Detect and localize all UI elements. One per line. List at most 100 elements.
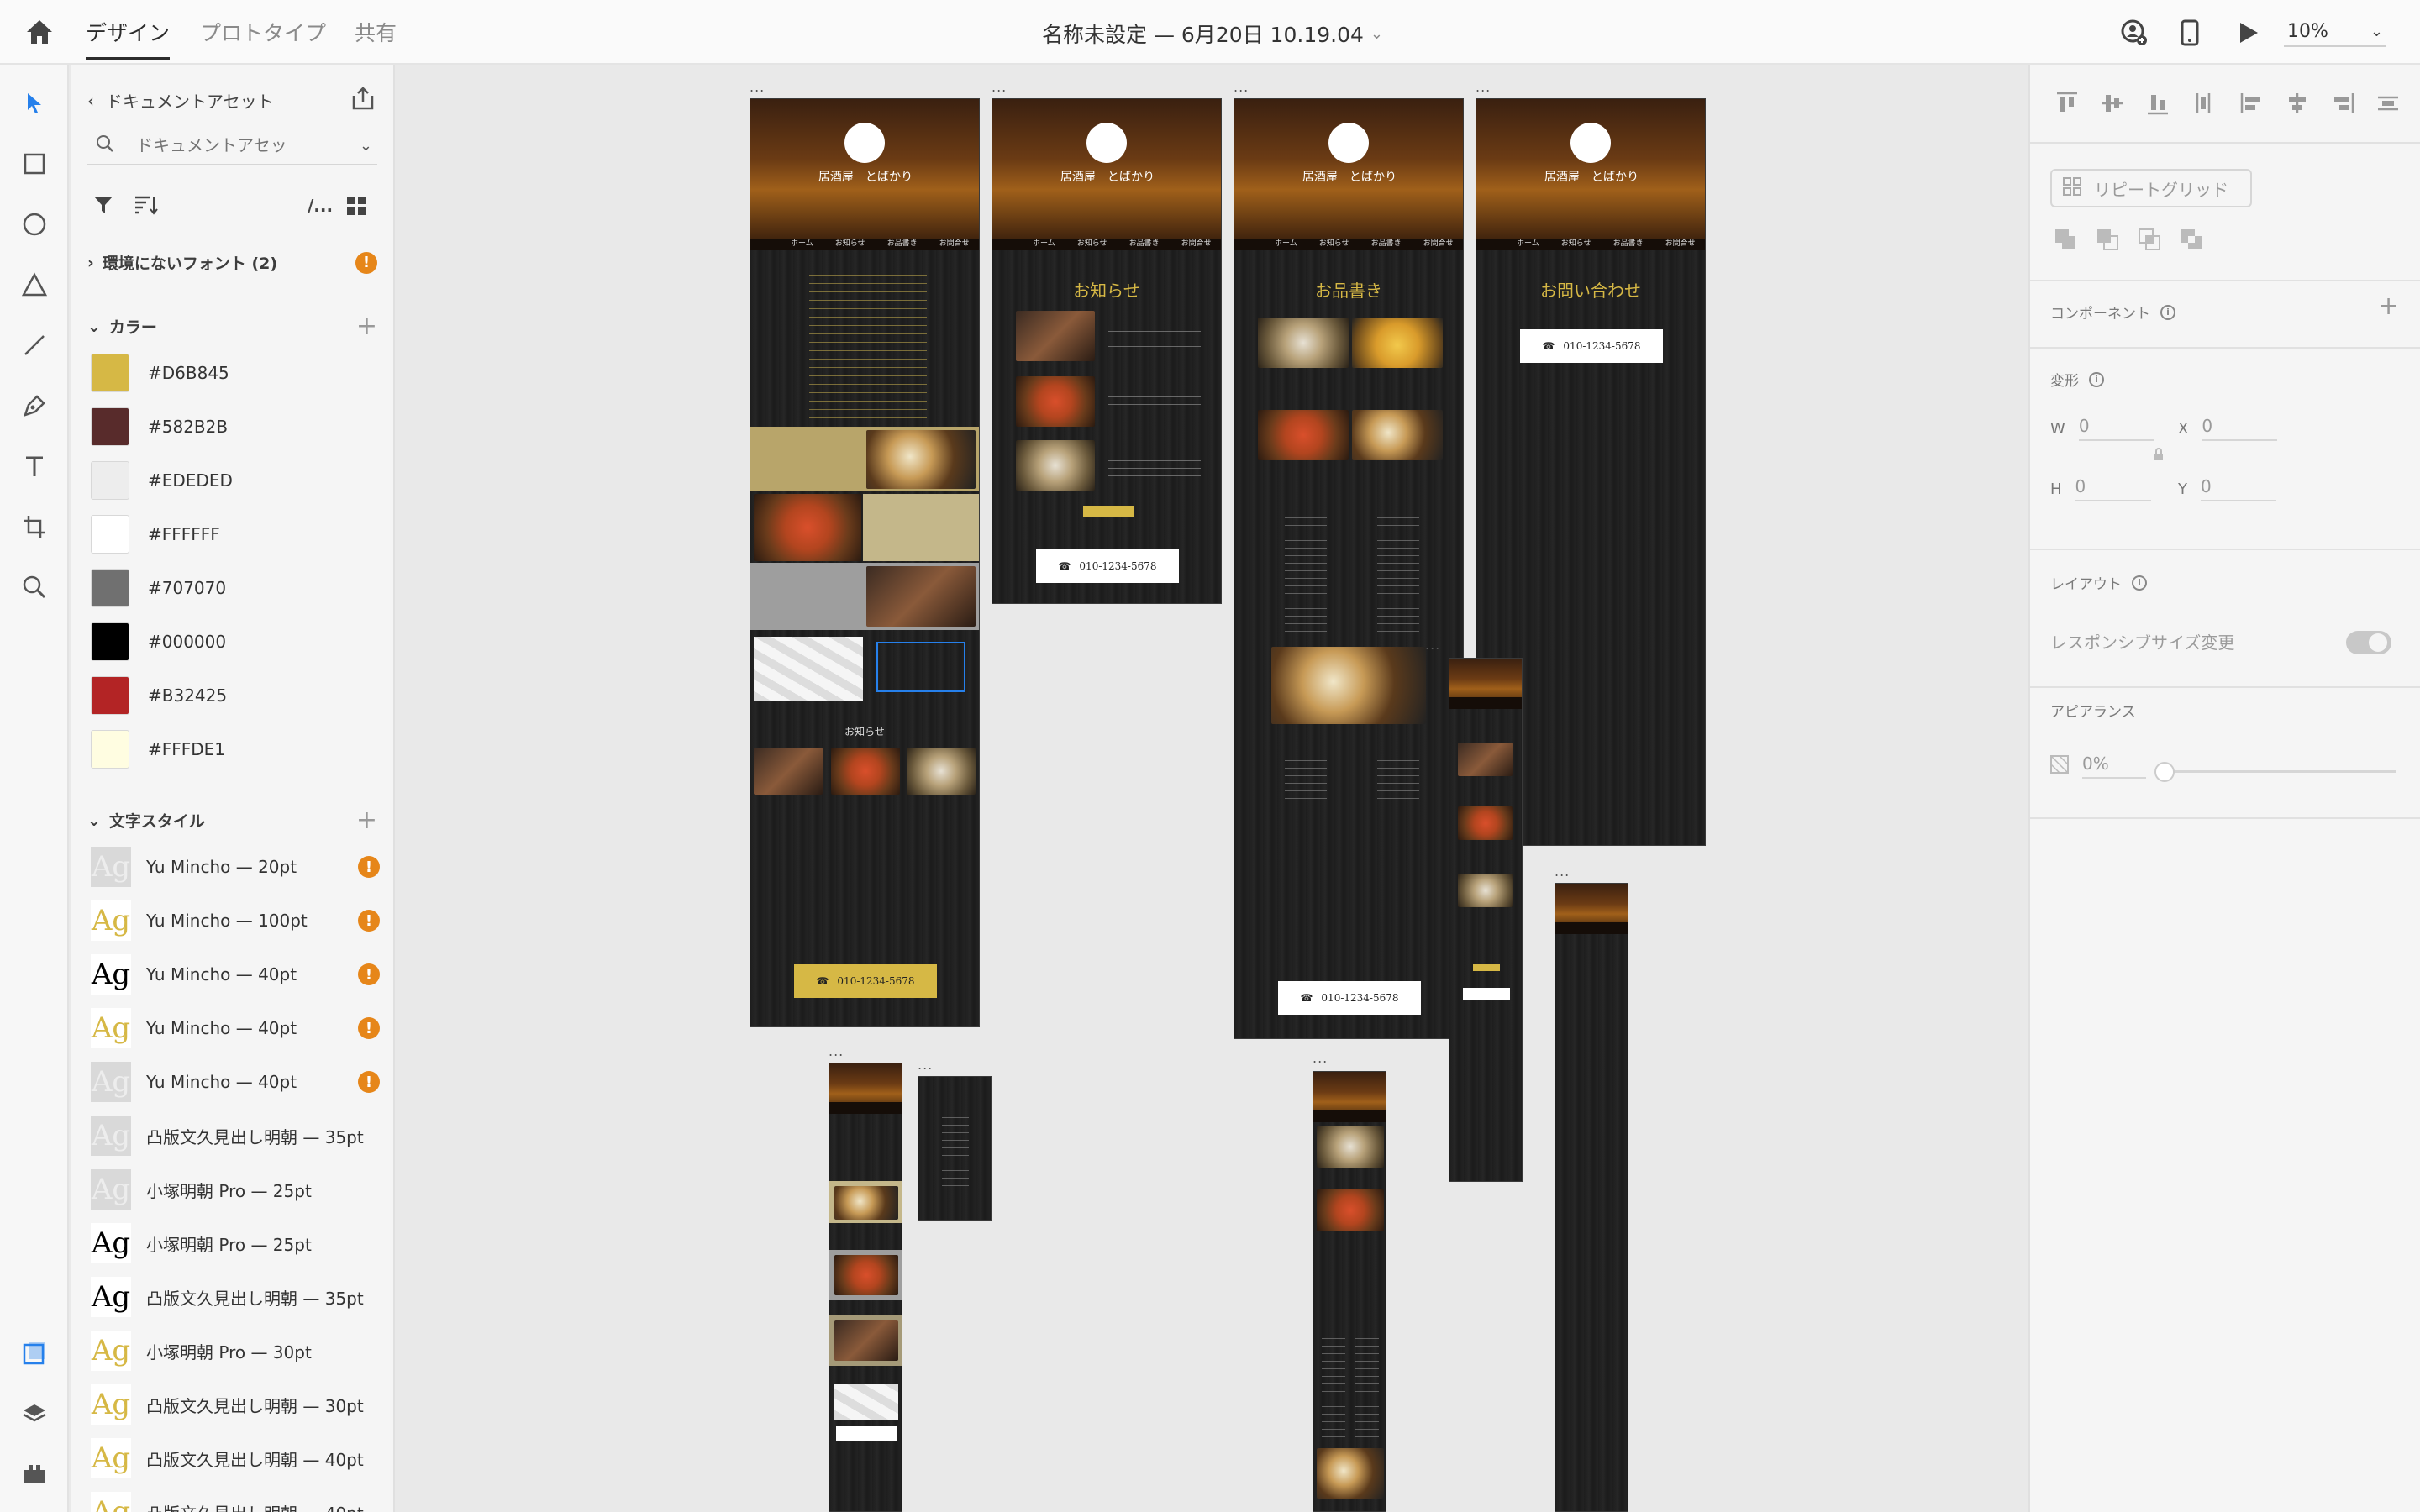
artboard-home-handle[interactable]: ...: [750, 81, 765, 94]
filter-icon[interactable]: [92, 194, 114, 219]
align-top-icon[interactable]: [2050, 87, 2084, 120]
rectangle-tool-icon[interactable]: [16, 145, 53, 182]
tel-button[interactable]: [836, 1426, 897, 1441]
plugins-icon[interactable]: [16, 1456, 53, 1493]
nav-home[interactable]: ホーム: [791, 237, 813, 248]
character-style-row[interactable]: Ag Yu Mincho — 40pt!: [91, 1007, 385, 1049]
chevron-down-icon[interactable]: ⌄: [360, 137, 372, 155]
missing-fonts-header[interactable]: › 環境にないフォント (2) !: [87, 251, 377, 274]
asset-search-input[interactable]: [136, 135, 329, 155]
add-character-style-icon[interactable]: +: [356, 806, 377, 835]
color-swatch-row[interactable]: #D6B845: [91, 352, 229, 394]
assets-panel-icon[interactable]: [16, 1335, 53, 1372]
document-assets-back[interactable]: ‹ ドキュメントアセット: [87, 88, 274, 113]
align-right-icon[interactable]: [2326, 87, 2360, 120]
layers-icon[interactable]: [16, 1395, 53, 1432]
distribute-vertical-icon[interactable]: [2186, 87, 2220, 120]
color-swatch-row[interactable]: #B32425: [91, 675, 227, 717]
colors-header[interactable]: ⌄ カラー +: [87, 312, 377, 341]
artboard-mobile-home[interactable]: [829, 1063, 902, 1512]
zoom-tool-icon[interactable]: [16, 569, 53, 606]
artboard-contact-handle[interactable]: ...: [1476, 81, 1491, 94]
user-share-icon[interactable]: [2118, 17, 2151, 49]
artboard-news-handle[interactable]: ...: [992, 81, 1007, 94]
color-swatch[interactable]: [91, 569, 129, 607]
sort-icon[interactable]: [133, 194, 158, 219]
info-icon[interactable]: i: [2132, 575, 2147, 591]
nav-menu[interactable]: お品書き: [1613, 237, 1644, 248]
grid-view-icon[interactable]: [346, 196, 366, 219]
play-icon[interactable]: [2232, 17, 2265, 49]
artboard-mobile-menu-handle[interactable]: ...: [1313, 1052, 1328, 1065]
character-styles-header[interactable]: ⌄ 文字スタイル +: [87, 806, 377, 835]
document-title[interactable]: 名称未設定 — 6月20日 10.19.04 ⌄: [1042, 18, 1383, 49]
color-swatch-row[interactable]: #EDEDED: [91, 459, 233, 501]
info-icon[interactable]: i: [2160, 304, 2175, 320]
artboard-menu[interactable]: 居酒屋 とばかり ホーム お知らせ お品書き お問合せ お品書き ☎ 010-1…: [1234, 98, 1464, 1039]
align-bottom-icon[interactable]: [2141, 87, 2175, 120]
artboard-mobile-news[interactable]: [1449, 658, 1523, 1182]
lock-aspect-icon[interactable]: [2153, 448, 2165, 465]
tel-button[interactable]: [1463, 988, 1510, 1000]
nav-news[interactable]: お知らせ: [1319, 237, 1349, 248]
artboard-mobile-home-handle[interactable]: ...: [829, 1045, 844, 1058]
nav-contact[interactable]: お問合せ: [1665, 237, 1696, 248]
line-tool-icon[interactable]: [16, 327, 53, 364]
x-value[interactable]: 0: [2202, 416, 2278, 441]
artboard-news[interactable]: 居酒屋 とばかり ホーム お知らせ お品書き お問合せ お知らせ ☎ 010-1…: [992, 98, 1222, 604]
color-swatch[interactable]: [91, 354, 129, 392]
nav-menu[interactable]: お品書き: [1371, 237, 1402, 248]
artboard-mobile-menu-nav[interactable]: [918, 1076, 992, 1221]
more-button[interactable]: [1083, 506, 1134, 517]
nav-contact[interactable]: お問合せ: [939, 237, 970, 248]
artboard-menu-handle[interactable]: ...: [1234, 81, 1249, 94]
select-tool-icon[interactable]: [16, 85, 53, 122]
character-style-row[interactable]: Ag 凸版文久見出し明朝 — 35pt: [91, 1276, 385, 1318]
nav-news[interactable]: お知らせ: [835, 237, 865, 248]
tel-button[interactable]: ☎ 010-1234-5678: [1036, 549, 1179, 583]
info-icon[interactable]: i: [2089, 371, 2104, 387]
align-left-icon[interactable]: [2235, 87, 2269, 120]
artboard-mobile-menu[interactable]: [1313, 1071, 1386, 1512]
opacity-slider-handle[interactable]: [2154, 762, 2175, 782]
width-field[interactable]: W 0: [2050, 416, 2154, 441]
zoom-select[interactable]: 10% ⌄: [2284, 17, 2386, 47]
tab-design[interactable]: デザイン: [86, 17, 171, 60]
add-color-icon[interactable]: +: [356, 312, 377, 341]
width-value[interactable]: 0: [2078, 416, 2154, 441]
nav-home[interactable]: ホーム: [1033, 237, 1055, 248]
y-field[interactable]: Y 0: [2178, 476, 2276, 501]
color-swatch-row[interactable]: #582B2B: [91, 406, 228, 448]
height-value[interactable]: 0: [2075, 476, 2151, 501]
tel-button[interactable]: ☎ 010-1234-5678: [1278, 981, 1421, 1015]
add-component-icon[interactable]: +: [2378, 291, 2399, 321]
subtract-shape-icon[interactable]: [2092, 224, 2123, 255]
intersect-shape-icon[interactable]: [2134, 224, 2165, 255]
color-swatch[interactable]: [91, 515, 129, 554]
nav-home[interactable]: ホーム: [1517, 237, 1539, 248]
color-swatch-row[interactable]: #FFFFFF: [91, 513, 220, 555]
tab-prototype[interactable]: プロトタイプ: [200, 17, 326, 57]
character-style-row[interactable]: Ag Yu Mincho — 100pt!: [91, 900, 385, 942]
tab-share[interactable]: 共有: [355, 17, 397, 57]
character-style-row[interactable]: Ag Yu Mincho — 40pt!: [91, 1061, 385, 1103]
artboard-mobile-menu-nav-handle[interactable]: ...: [918, 1058, 933, 1072]
nav-contact[interactable]: お問合せ: [1423, 237, 1454, 248]
character-style-row[interactable]: Ag 凸版文久見出し明朝 — 30pt: [91, 1383, 385, 1425]
character-style-row[interactable]: Ag 小塚明朝 Pro — 25pt: [91, 1222, 385, 1264]
color-swatch-row[interactable]: #000000: [91, 621, 226, 663]
color-swatch[interactable]: [91, 407, 129, 446]
color-swatch[interactable]: [91, 676, 129, 715]
character-style-row[interactable]: Ag 凸版文久見出し明朝 — 40pt: [91, 1491, 385, 1512]
character-style-row[interactable]: Ag Yu Mincho — 40pt!: [91, 953, 385, 995]
character-style-row[interactable]: Ag 小塚明朝 Pro — 25pt: [91, 1168, 385, 1210]
opacity-value[interactable]: 0%: [2082, 753, 2146, 779]
character-style-row[interactable]: Ag 凸版文久見出し明朝 — 40pt: [91, 1437, 385, 1479]
nav-menu[interactable]: お品書き: [887, 237, 918, 248]
repeat-grid-button[interactable]: リピートグリッド: [2050, 169, 2252, 207]
ellipse-tool-icon[interactable]: [16, 206, 53, 243]
x-field[interactable]: X 0: [2178, 416, 2278, 441]
character-style-row[interactable]: Ag Yu Mincho — 20pt!: [91, 846, 385, 888]
nav-home[interactable]: ホーム: [1275, 237, 1297, 248]
artboard-tool-icon[interactable]: [16, 508, 53, 545]
